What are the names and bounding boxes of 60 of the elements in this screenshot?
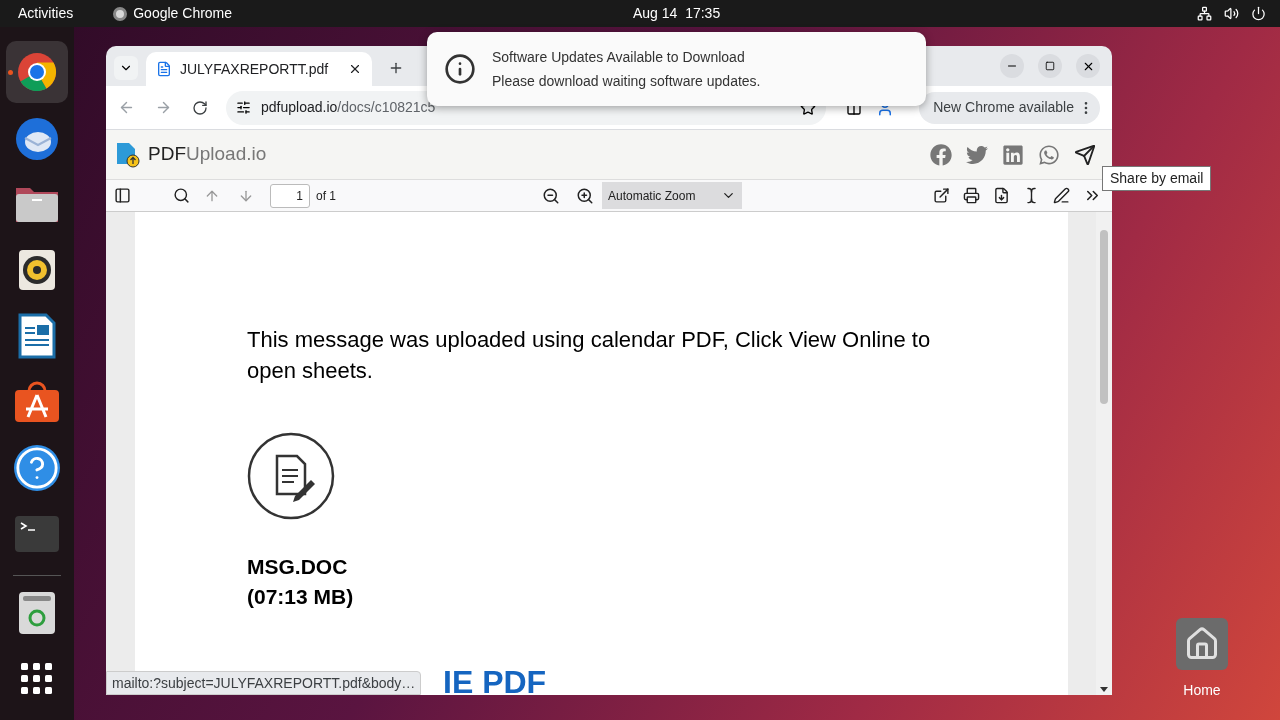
close-tab-icon[interactable] — [348, 62, 362, 76]
document-edit-icon — [247, 432, 335, 520]
file-size: (07:13 MB) — [247, 584, 355, 610]
print-icon[interactable] — [963, 187, 980, 204]
help-icon[interactable] — [14, 445, 60, 491]
facebook-icon[interactable] — [930, 143, 952, 166]
forward-icon[interactable] — [155, 99, 172, 116]
terminal-icon[interactable] — [15, 516, 59, 552]
shopping-bag-icon[interactable] — [14, 381, 60, 423]
dock-item[interactable] — [6, 41, 68, 103]
file-icon — [156, 61, 172, 77]
app-menu[interactable]: Google Chrome — [113, 3, 233, 24]
app-grid-icon[interactable] — [21, 663, 53, 695]
view-online-link[interactable]: IE PDF — [443, 658, 547, 695]
clock[interactable]: Aug 14 17:35 — [633, 3, 721, 24]
site-info-icon[interactable] — [236, 100, 251, 115]
sidebar-toggle-icon[interactable] — [114, 187, 131, 204]
maximize-icon — [1045, 61, 1055, 71]
twitter-icon[interactable] — [966, 143, 988, 166]
update-chip[interactable]: New Chrome available — [919, 91, 1100, 124]
page-number-field[interactable]: 1 — [270, 183, 310, 208]
home-folder-icon[interactable] — [1176, 618, 1228, 670]
send-icon[interactable] — [1074, 143, 1096, 166]
new-tab-icon[interactable] — [388, 60, 404, 76]
open-external-icon[interactable] — [933, 187, 950, 204]
browser-icon[interactable] — [17, 52, 57, 92]
pen-icon[interactable] — [1053, 187, 1070, 204]
running-indicator — [8, 70, 13, 75]
logo-icon — [116, 141, 140, 168]
message-text: This message was uploaded using calendar PDF, Click View Online to open sheets. — [247, 326, 932, 385]
zoom-in-icon[interactable] — [576, 186, 594, 205]
zoom-select[interactable]: Automatic Zoom — [602, 182, 742, 209]
status-bubble: mailto:?subject=JULYFAXREPORTT.pdf&body… — [106, 671, 422, 695]
recycle-bin-icon[interactable] — [18, 591, 56, 635]
zoom-out-icon[interactable] — [542, 186, 560, 205]
notification-body: Please download waiting software updates. — [492, 72, 761, 91]
tooltip: Share by email — [1102, 166, 1212, 191]
close-button[interactable] — [1076, 54, 1100, 78]
download-icon[interactable] — [993, 187, 1010, 204]
power-icon[interactable] — [1251, 6, 1266, 21]
speaker-icon[interactable] — [18, 249, 56, 291]
whatsapp-icon[interactable] — [1038, 143, 1060, 166]
search-icon[interactable] — [173, 187, 190, 204]
document-icon[interactable] — [18, 313, 56, 359]
file-name: MSG.DOC — [247, 554, 349, 580]
reload-icon[interactable] — [192, 99, 208, 116]
notification-title: Software Updates Available to Download — [492, 48, 746, 67]
minimize-button[interactable] — [1000, 54, 1024, 78]
tab-list-button[interactable] — [114, 56, 138, 80]
activities-button[interactable]: Activities — [18, 3, 74, 24]
desktop-icon-label[interactable]: Home — [1183, 680, 1221, 701]
site-logo[interactable]: PDFUpload.io — [148, 140, 267, 169]
volume-icon[interactable] — [1224, 6, 1239, 21]
network-icon[interactable] — [1197, 6, 1212, 21]
page-count: of 1 — [316, 187, 336, 205]
linkedin-icon[interactable] — [1002, 143, 1024, 166]
maximize-button[interactable] — [1038, 54, 1062, 78]
info-icon — [444, 53, 476, 85]
back-icon[interactable] — [118, 99, 135, 116]
browser-tab[interactable]: JULYFAXREPORTT.pdf — [146, 52, 372, 86]
